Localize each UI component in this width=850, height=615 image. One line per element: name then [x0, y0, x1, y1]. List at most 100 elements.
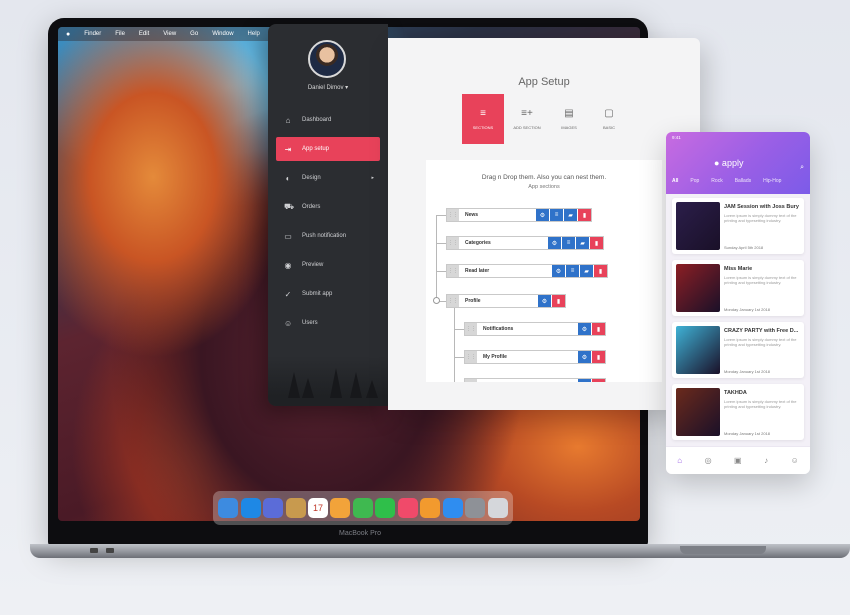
menubar-file[interactable]: File	[115, 31, 125, 37]
cart-icon: ⛟	[284, 202, 295, 211]
menubar-view[interactable]: View	[163, 31, 176, 37]
drag-handle-icon[interactable]: ⋮⋮	[447, 265, 459, 277]
profile-icon[interactable]: ☺	[791, 456, 799, 465]
folder-icon[interactable]: ▰	[576, 237, 589, 249]
user-menu[interactable]: Daniel Dimov ▾	[268, 84, 388, 91]
event-card[interactable]: CRAZY PARTY with Free D... Lorem ipsum is…	[672, 322, 804, 378]
trash-icon[interactable]	[487, 498, 508, 518]
event-card[interactable]: JAM Session with Joss Bury Lorem ipsum is…	[672, 198, 804, 254]
sidebar-item-label: Preview	[302, 262, 324, 268]
users-icon: ☺	[284, 318, 293, 328]
photos-icon[interactable]	[330, 498, 351, 518]
trash-icon[interactable]: ▮	[592, 351, 605, 363]
appstore-icon[interactable]	[442, 498, 463, 518]
trash-icon[interactable]: ▮	[578, 209, 591, 221]
drag-handle-icon[interactable]: ⋮⋮	[465, 323, 477, 335]
apple-icon[interactable]: ●	[66, 31, 70, 38]
notes-icon[interactable]	[285, 498, 306, 518]
gear-icon[interactable]: ⚙	[538, 295, 551, 307]
section-node-profile[interactable]: ⋮⋮ Profile ⚙ ▮	[446, 294, 566, 308]
gear-icon[interactable]: ⚙	[578, 323, 591, 335]
tab-images[interactable]: ▤ IMAGES	[548, 94, 590, 144]
menubar-go[interactable]: Go	[190, 31, 198, 37]
sections-canvas: Drag n Drop them. Also you can nest them…	[426, 160, 662, 382]
drag-handle-icon[interactable]: ⋮⋮	[465, 351, 477, 363]
bell-icon[interactable]: ♪	[764, 456, 768, 465]
gallery-icon[interactable]: ▣	[734, 456, 742, 465]
card-body: TAKHDA Lorem ipsum is simply dummy text o…	[724, 388, 800, 436]
list-icon[interactable]: ≡	[566, 265, 579, 277]
event-description: Lorem ipsum is simply dummy text of the …	[724, 213, 797, 223]
tab-hip-hop[interactable]: Hip-Hop	[763, 178, 781, 184]
gear-icon[interactable]: ⚙	[548, 237, 561, 249]
messages-icon[interactable]	[352, 498, 373, 518]
safari-icon[interactable]	[240, 498, 261, 518]
section-node-notifications[interactable]: ⋮⋮ Notifications ⚙ ▮	[464, 322, 606, 336]
tree-connector	[454, 357, 464, 358]
preferences-icon[interactable]	[465, 498, 486, 518]
gear-icon[interactable]: ⚙	[536, 209, 549, 221]
siri-icon[interactable]	[263, 498, 284, 518]
trash-icon[interactable]: ▮	[594, 265, 607, 277]
trash-icon[interactable]: ▮	[592, 379, 605, 382]
tab-sections[interactable]: ≡ SECTIONS	[462, 94, 504, 144]
calendar-icon[interactable]: 17	[308, 498, 329, 518]
gear-icon[interactable]: ⚙	[578, 379, 591, 382]
section-node-settings[interactable]: ⋮⋮Settings⚙▮	[464, 378, 606, 382]
folder-icon[interactable]: ▰	[580, 265, 593, 277]
trash-icon[interactable]: ▮	[592, 323, 605, 335]
section-node-read-later[interactable]: ⋮⋮ Read later ⚙ ≡ ▰ ▮	[446, 264, 608, 278]
tree-connector	[436, 215, 437, 301]
event-thumbnail	[676, 388, 720, 436]
menubar-window[interactable]: Window	[212, 31, 233, 37]
add-section-icon: ≡+	[521, 108, 533, 119]
list-icon[interactable]: ≡	[562, 237, 575, 249]
sidebar-item-label: Orders	[302, 204, 321, 210]
music-icon[interactable]	[397, 498, 418, 518]
books-icon[interactable]	[420, 498, 441, 518]
sidebar-item-submit-app[interactable]: ✓ Submit app	[276, 282, 380, 306]
facetime-icon[interactable]	[375, 498, 396, 518]
drag-handle-icon[interactable]: ⋮⋮	[447, 237, 459, 249]
event-card[interactable]: Miss Marie Lorem ipsum is simply dummy te…	[672, 260, 804, 316]
gear-icon[interactable]: ⚙	[578, 351, 591, 363]
folder-icon[interactable]: ▰	[564, 209, 577, 221]
tab-ballads[interactable]: Ballads	[735, 178, 751, 184]
collapse-toggle-icon[interactable]	[433, 297, 440, 304]
sidebar-item-app-setup[interactable]: ⇥ App setup	[276, 137, 380, 161]
usb-port	[90, 548, 98, 553]
trash-icon[interactable]: ▮	[552, 295, 565, 307]
drag-handle-icon[interactable]: ⋮⋮	[447, 295, 459, 307]
page-title: App Setup	[518, 76, 570, 88]
list-icon[interactable]: ≡	[550, 209, 563, 221]
tab-basic[interactable]: ▢ BASIC	[588, 94, 630, 144]
tab-add-section[interactable]: ≡+ ADD SECTION	[506, 94, 548, 144]
sidebar-item-design[interactable]: ◐ Design ▸	[276, 166, 380, 190]
menubar-finder[interactable]: Finder	[84, 31, 101, 37]
trash-icon[interactable]: ▮	[590, 237, 603, 249]
menubar-edit[interactable]: Edit	[139, 31, 149, 37]
event-card[interactable]: TAKHDA Lorem ipsum is simply dummy text o…	[672, 384, 804, 440]
sidebar-item-orders[interactable]: ⛟ Orders	[276, 195, 380, 219]
home-icon[interactable]: ⌂	[677, 456, 682, 465]
tab-rock[interactable]: Rock	[711, 178, 722, 184]
avatar[interactable]	[308, 40, 346, 78]
sidebar-item-dashboard[interactable]: ⌂ Dashboard	[276, 108, 380, 132]
section-node-news[interactable]: ⋮⋮ News ⚙ ≡ ▰ ▮	[446, 208, 592, 222]
sidebar-item-preview[interactable]: ◉ Preview	[276, 253, 380, 277]
search-icon[interactable]: ⌕	[800, 164, 804, 172]
tab-pop[interactable]: Pop	[690, 178, 699, 184]
gear-icon[interactable]: ⚙	[552, 265, 565, 277]
finder-icon[interactable]	[218, 498, 239, 518]
sidebar-item-push-notification[interactable]: ▭ Push notification	[276, 224, 380, 248]
drag-handle-icon[interactable]: ⋮⋮	[465, 379, 477, 382]
tab-all[interactable]: All	[672, 178, 678, 184]
drag-handle-icon[interactable]: ⋮⋮	[447, 209, 459, 221]
menubar-help[interactable]: Help	[248, 31, 260, 37]
event-title: TAKHDA	[724, 390, 747, 396]
sections-heading: App sections	[528, 184, 560, 190]
section-node-categories[interactable]: ⋮⋮ Categories ⚙ ≡ ▰ ▮	[446, 236, 604, 250]
location-icon[interactable]: ◎	[705, 456, 712, 465]
sidebar-item-users[interactable]: ☺ Users	[276, 311, 380, 335]
section-node-my-profile[interactable]: ⋮⋮ My Profile ⚙ ▮	[464, 350, 606, 364]
